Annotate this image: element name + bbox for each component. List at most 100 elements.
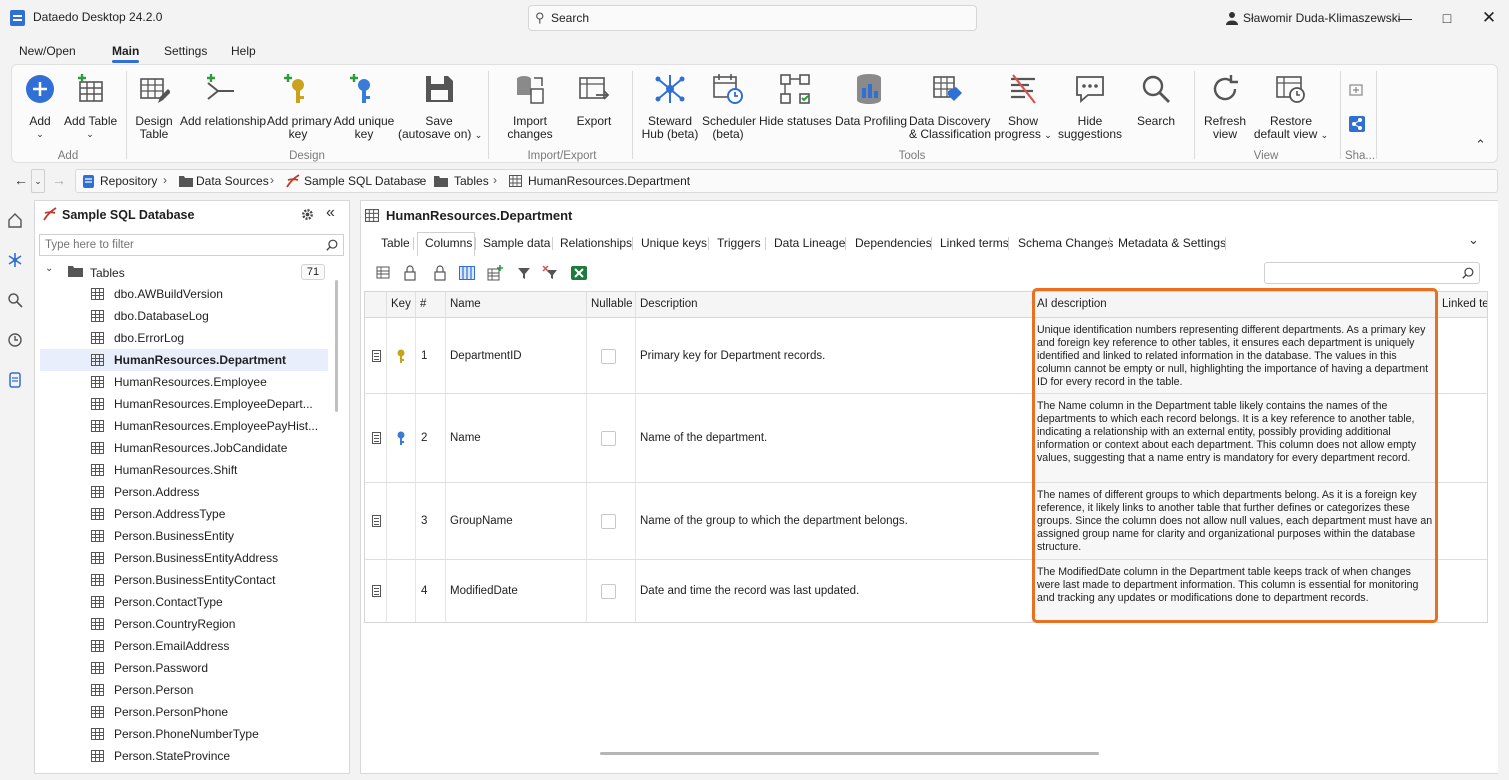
tree-item-table[interactable]: Person.BusinessEntity (40, 525, 328, 547)
tab-table[interactable]: Table (381, 236, 410, 250)
tab-metadata-settings[interactable]: Metadata & Settings (1118, 236, 1226, 250)
lock-icon[interactable] (432, 265, 448, 281)
home-icon[interactable] (7, 212, 23, 228)
menu-new-open[interactable]: New/Open (19, 44, 76, 58)
tree-item-table[interactable]: HumanResources.Employee (40, 371, 328, 393)
tab-dependencies[interactable]: Dependencies (855, 236, 932, 250)
hide-suggestions-button[interactable]: Hide suggestions (1058, 65, 1122, 145)
share-file-icon[interactable] (1349, 83, 1363, 97)
name-cell[interactable]: ModifiedDate (446, 560, 587, 622)
tree-item-table[interactable]: Person.Password (40, 657, 328, 679)
name-cell[interactable]: DepartmentID (446, 318, 587, 393)
menu-main[interactable]: Main (112, 44, 139, 58)
filter-icon[interactable] (516, 265, 532, 281)
tree-item-table[interactable]: HumanResources.EmployeeDepart... (40, 393, 328, 415)
column-design-icon[interactable] (376, 265, 392, 281)
columns-chooser-icon[interactable] (459, 265, 475, 281)
breadcrumb-current-table[interactable]: HumanResources.Department (528, 174, 690, 188)
nullable-checkbox[interactable] (601, 348, 616, 364)
header-linked-terms[interactable]: Linked ter (1438, 292, 1487, 318)
linked-terms-cell[interactable] (1438, 483, 1487, 559)
linked-terms-cell[interactable] (1438, 560, 1487, 622)
chevron-down-icon[interactable]: ⌄ (45, 263, 53, 274)
row-handle[interactable] (365, 483, 387, 559)
header-name[interactable]: Name (446, 292, 587, 318)
search-icon[interactable] (7, 292, 23, 308)
name-cell[interactable]: Name (446, 394, 587, 482)
linked-terms-cell[interactable] (1438, 394, 1487, 482)
menu-settings[interactable]: Settings (164, 44, 207, 58)
row-handle[interactable] (365, 560, 387, 622)
data-profiling-button[interactable]: Data Profiling (835, 65, 907, 145)
tree-filter-input[interactable] (39, 234, 344, 256)
export-button[interactable]: Export (570, 65, 618, 145)
collapse-panel-icon[interactable]: « (326, 204, 335, 222)
history-dropdown[interactable]: ⌄ (31, 169, 45, 193)
tree-item-table[interactable]: Person.AddressType (40, 503, 328, 525)
tab-relationships[interactable]: Relationships (560, 236, 632, 250)
name-cell[interactable]: GroupName (446, 483, 587, 559)
tab-triggers[interactable]: Triggers (717, 236, 761, 250)
tree-item-table[interactable]: HumanResources.Department (40, 349, 328, 371)
repository-explorer-icon[interactable] (7, 252, 23, 268)
hide-statuses-button[interactable]: Hide statuses (759, 65, 832, 145)
tree-item-table[interactable]: Person.PersonPhone (40, 701, 328, 723)
key-lock-icon[interactable] (403, 265, 419, 281)
tree-item-table[interactable]: dbo.AWBuildVersion (40, 283, 328, 305)
header-number[interactable]: # (416, 292, 446, 318)
header-description[interactable]: Description (636, 292, 1033, 318)
add-relationship-button[interactable]: Add relationship (180, 65, 266, 145)
search-ribbon-button[interactable]: Search (1132, 65, 1180, 145)
tree-item-table[interactable]: Person.BusinessEntityAddress (40, 547, 328, 569)
minimize-button[interactable]: — (1390, 6, 1420, 30)
back-button[interactable]: ← (14, 172, 28, 188)
tree-item-table[interactable]: HumanResources.Shift (40, 459, 328, 481)
restore-default-view-button[interactable]: Restore default view ⌄ (1252, 65, 1330, 145)
clear-filter-icon[interactable] (542, 265, 558, 281)
nullable-checkbox[interactable] (601, 431, 616, 446)
tab-linked-terms[interactable]: Linked terms (940, 236, 1009, 250)
save-button[interactable]: Save (autosave on) ⌄ (398, 65, 482, 145)
tree-item-table[interactable]: HumanResources.EmployeePayHist... (40, 415, 328, 437)
tables-folder-label[interactable]: Tables (90, 266, 125, 280)
tab-unique-keys[interactable]: Unique keys (641, 236, 707, 250)
header-key[interactable]: Key (387, 292, 416, 318)
add-table-button[interactable]: Add Table ⌄ (64, 65, 117, 145)
add-unique-key-button[interactable]: Add unique key (333, 65, 395, 145)
linked-terms-cell[interactable] (1438, 318, 1487, 393)
tree-item-table[interactable]: dbo.ErrorLog (40, 327, 328, 349)
database-icon[interactable] (7, 372, 23, 388)
breadcrumb-repository[interactable]: Repository (100, 174, 157, 188)
nullable-checkbox[interactable] (601, 584, 616, 599)
tree-item-table[interactable]: Person.Person (40, 679, 328, 701)
breadcrumb-database[interactable]: Sample SQL Database (304, 174, 426, 188)
steward-hub-button[interactable]: Steward Hub (beta) (640, 65, 700, 145)
row-handle[interactable] (365, 318, 387, 393)
nullable-checkbox[interactable] (601, 514, 616, 529)
data-discovery-button[interactable]: Data Discovery & Classification (909, 65, 991, 145)
collapse-ribbon-icon[interactable]: ⌃ (1475, 137, 1486, 153)
description-cell[interactable]: Primary key for Department records. (636, 318, 1033, 393)
tree-item-table[interactable]: dbo.DatabaseLog (40, 305, 328, 327)
description-cell[interactable]: Name of the department. (636, 394, 1033, 482)
refresh-view-button[interactable]: Refresh view (1202, 65, 1248, 145)
tab-sample-data[interactable]: Sample data (483, 236, 550, 250)
tree-item-table[interactable]: Person.StateProvince (40, 745, 328, 767)
gear-icon[interactable] (300, 207, 315, 222)
chevron-down-icon[interactable]: ⌄ (1468, 232, 1479, 248)
add-primary-key-button[interactable]: Add primary key (267, 65, 332, 145)
tab-columns[interactable]: Columns (425, 236, 472, 250)
breadcrumb-data-sources[interactable]: Data Sources (196, 174, 269, 188)
grid-search-input[interactable] (1264, 262, 1480, 284)
breadcrumb-tables[interactable]: Tables (454, 174, 489, 188)
tab-data-lineage[interactable]: Data Lineage (774, 236, 845, 250)
global-search-box[interactable]: ⚲ Search (528, 5, 977, 31)
description-cell[interactable]: Date and time the record was last update… (636, 560, 1033, 622)
tree-item-table[interactable]: HumanResources.JobCandidate (40, 437, 328, 459)
share-icon[interactable] (1349, 116, 1365, 132)
grid-horizontal-scrollbar[interactable] (600, 752, 1099, 755)
header-nullable[interactable]: Nullable (587, 292, 636, 318)
excel-export-icon[interactable] (571, 265, 587, 281)
close-button[interactable]: ✕ (1474, 6, 1504, 30)
tree-item-table[interactable]: Person.PhoneNumberType (40, 723, 328, 745)
